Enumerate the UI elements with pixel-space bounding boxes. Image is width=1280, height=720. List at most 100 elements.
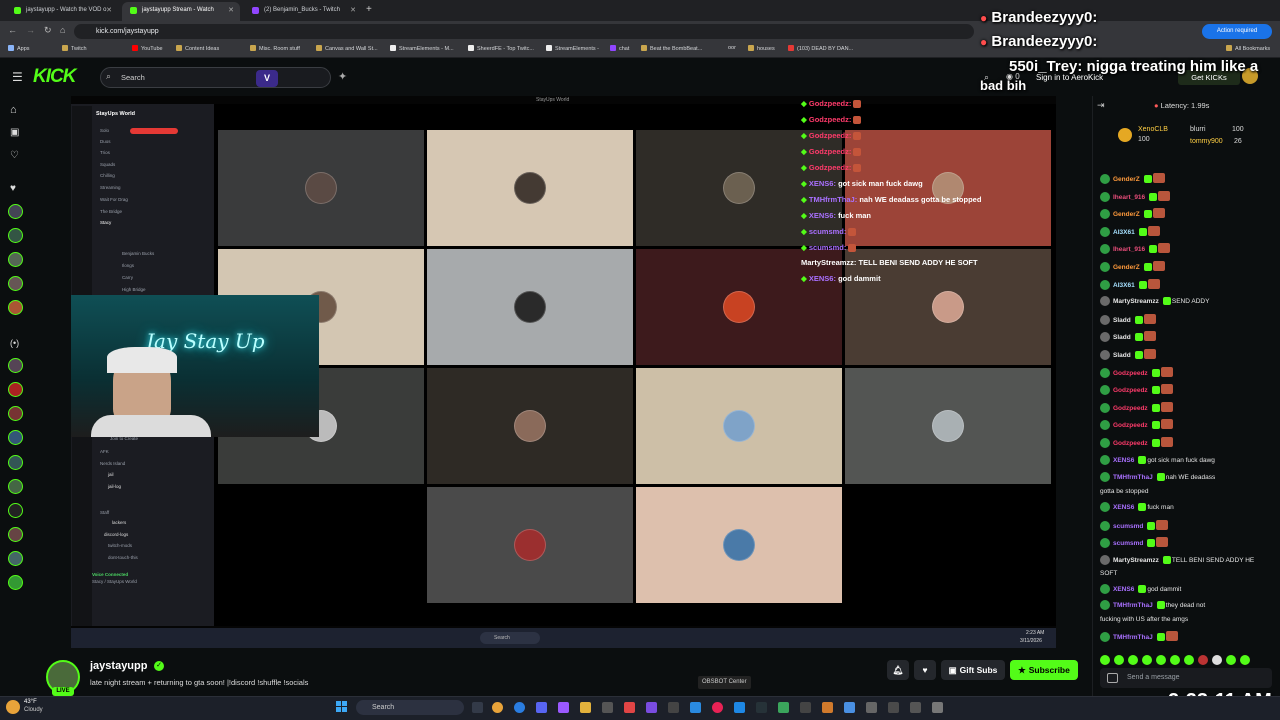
chat-username[interactable]: Godzpeedz	[1113, 422, 1148, 429]
chat-username[interactable]: AI3X61	[1113, 229, 1135, 236]
bookmark-chat[interactable]: chat	[610, 45, 629, 52]
app-icon[interactable]	[734, 702, 745, 713]
bookmark-sheerdfe[interactable]: SheerdFE - Top Twitc...	[468, 45, 534, 52]
followed-channel-avatar[interactable]	[8, 551, 23, 566]
chat-user-avatar[interactable]	[1100, 226, 1110, 237]
chat-username[interactable]: Godzpeedz	[1113, 405, 1148, 412]
action-required-button[interactable]: Action required	[1202, 24, 1272, 39]
chat-username[interactable]: Sladd	[1113, 334, 1131, 341]
extension-icon[interactable]: V	[256, 70, 278, 87]
chat-username[interactable]: Iheart_916	[1113, 246, 1145, 253]
obs-icon[interactable]	[558, 702, 569, 713]
app-icon[interactable]	[822, 702, 833, 713]
forward-icon[interactable]: →	[26, 25, 35, 35]
file-explorer-icon[interactable]	[580, 702, 591, 713]
chat-username[interactable]: MartyStreamzz	[1113, 298, 1159, 305]
followed-channel-avatar[interactable]	[8, 300, 23, 315]
chat-username[interactable]: Sladd	[1113, 352, 1131, 359]
chat-username[interactable]: XENS6	[1113, 586, 1134, 593]
chat-user-avatar[interactable]	[1100, 209, 1110, 220]
bookmark-twitch[interactable]: Twitch	[62, 45, 87, 52]
app-icon[interactable]	[602, 702, 613, 713]
chat-user-avatar[interactable]	[1100, 296, 1110, 307]
chat-user-avatar[interactable]	[1100, 332, 1110, 343]
chat-user-avatar[interactable]	[1100, 454, 1110, 465]
followed-channel-avatar[interactable]	[8, 575, 23, 590]
chat-user-avatar[interactable]	[1100, 472, 1110, 483]
chat-username[interactable]: Sladd	[1113, 317, 1131, 324]
browse-icon[interactable]: ▣	[10, 127, 19, 138]
followed-channel-avatar[interactable]	[8, 503, 23, 518]
discord-icon[interactable]	[536, 702, 547, 713]
chat-username[interactable]: Godzpeedz	[1113, 440, 1148, 447]
emote-icon[interactable]	[1198, 655, 1208, 665]
url-field[interactable]: kick.com/jaystayupp	[74, 24, 974, 39]
chrome-icon[interactable]	[492, 702, 503, 713]
chat-user-avatar[interactable]	[1100, 555, 1110, 565]
chat-username[interactable]: Iheart_916	[1113, 194, 1145, 201]
windows-search-box[interactable]: Search	[356, 700, 464, 715]
emote-icon[interactable]	[1156, 655, 1166, 665]
chat-user-avatar[interactable]	[1100, 600, 1110, 610]
chat-username[interactable]: GenderZ	[1113, 211, 1140, 218]
followed-channel-avatar[interactable]	[8, 382, 23, 397]
app-icon[interactable]	[866, 702, 877, 713]
app-icon[interactable]	[624, 702, 635, 713]
chat-username[interactable]: TMHfrmThaJ	[1113, 602, 1153, 609]
app-icon[interactable]	[932, 702, 943, 713]
home-icon[interactable]: ⌂	[10, 104, 17, 116]
heart-icon[interactable]: ♥	[10, 183, 16, 194]
edge-icon[interactable]	[514, 702, 525, 713]
expand-icon[interactable]: (•)	[10, 338, 19, 348]
chat-user-avatar[interactable]	[1100, 632, 1110, 642]
close-icon[interactable]: ✕	[350, 2, 356, 19]
bookmark-houses[interactable]: houses	[748, 45, 775, 52]
channel-name[interactable]: jaystayupp	[90, 660, 147, 672]
collapse-chat-icon[interactable]: ⇥	[1097, 100, 1105, 111]
close-icon[interactable]: ✕	[106, 2, 112, 19]
windows-start-icon[interactable]	[336, 701, 347, 712]
followed-channel-avatar[interactable]	[8, 430, 23, 445]
chat-user-avatar[interactable]	[1100, 502, 1110, 512]
chat-user-avatar[interactable]	[1100, 521, 1110, 531]
chat-username[interactable]: AI3X61	[1113, 282, 1135, 289]
app-icon[interactable]	[646, 702, 657, 713]
home-icon[interactable]: ⌂	[60, 25, 65, 35]
followed-channel-avatar[interactable]	[8, 228, 23, 243]
tab-twitch[interactable]: (2) Benjamin_Bucks - Twitch ✕	[244, 2, 362, 21]
app-icon[interactable]	[800, 702, 811, 713]
chat-user-avatar[interactable]	[1100, 402, 1110, 413]
subscribe-button[interactable]: ★ Subscribe	[1010, 660, 1078, 680]
chat-user-avatar[interactable]	[1100, 191, 1110, 202]
follow-heart-button[interactable]: ♥	[914, 660, 936, 680]
chat-user-avatar[interactable]	[1100, 279, 1110, 290]
emote-icon[interactable]	[1226, 655, 1236, 665]
task-view-icon[interactable]	[472, 702, 483, 713]
chat-user-avatar[interactable]	[1100, 538, 1110, 548]
chat-user-avatar[interactable]	[1100, 385, 1110, 396]
bookmark-content-ideas[interactable]: Content Ideas	[176, 45, 219, 52]
emote-icon[interactable]	[1142, 655, 1152, 665]
chat-username[interactable]: XENS6	[1113, 457, 1134, 464]
chat-user-avatar[interactable]	[1100, 350, 1110, 360]
bookmark-all[interactable]: All Bookmarks	[1226, 45, 1270, 52]
notification-bell-button[interactable]: 🔔︎	[887, 660, 909, 680]
gift-subs-button[interactable]: ▣ Gift Subs	[941, 660, 1005, 680]
new-tab-button[interactable]: +	[366, 4, 372, 15]
hamburger-menu-icon[interactable]: ☰	[12, 70, 23, 84]
close-icon[interactable]: ✕	[228, 2, 234, 19]
following-icon[interactable]: ♡	[10, 150, 19, 161]
app-icon[interactable]	[712, 702, 723, 713]
bookmark-oor[interactable]: oor	[728, 45, 736, 51]
emote-icon[interactable]	[1128, 655, 1138, 665]
tab-vod[interactable]: jaystayupp - Watch the VOD o ✕	[6, 2, 118, 21]
chat-username[interactable]: GenderZ	[1113, 264, 1140, 271]
emote-icon[interactable]	[1114, 655, 1124, 665]
search-input[interactable]: Search	[100, 67, 331, 88]
tab-stream[interactable]: jaystayupp Stream - Watch ✕	[122, 2, 240, 21]
bookmark-room-stuff[interactable]: Misc. Room stuff	[250, 45, 300, 52]
bookmark-apps[interactable]: Apps	[8, 45, 30, 52]
app-icon[interactable]	[844, 702, 855, 713]
chat-username[interactable]: scumsmd	[1113, 523, 1143, 530]
emote-icon[interactable]	[1100, 655, 1110, 665]
